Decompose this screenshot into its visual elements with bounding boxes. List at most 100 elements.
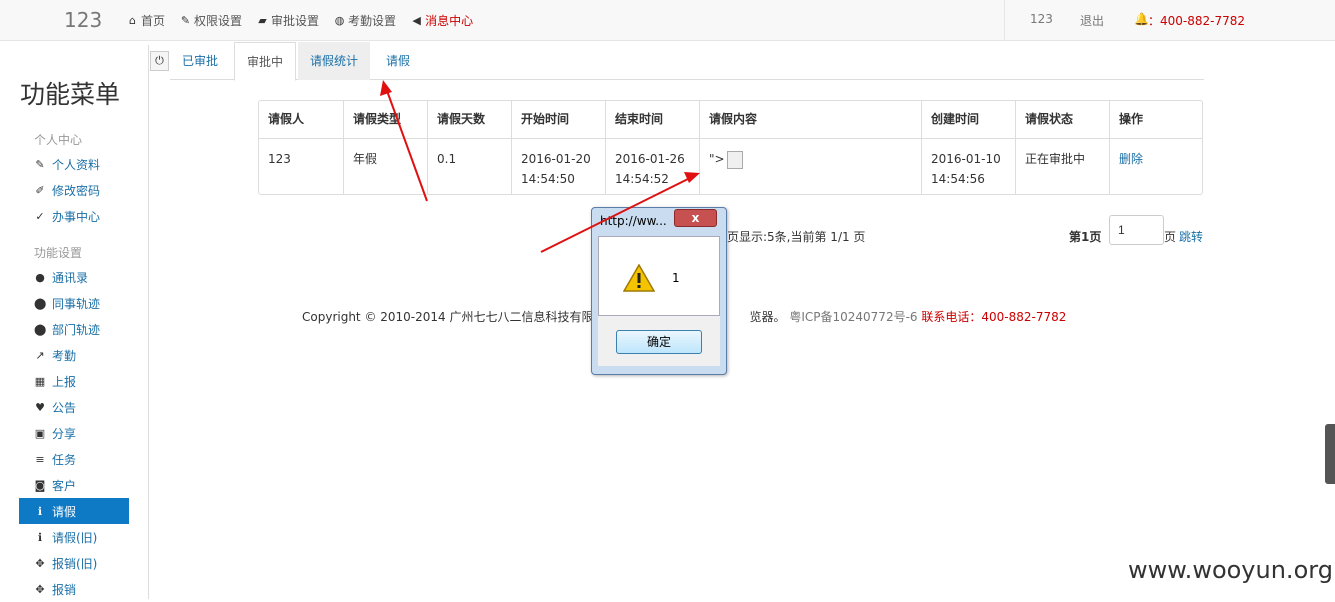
hotline-number: 400-882-7782: [1160, 14, 1246, 28]
sidebar-item-label: 分享: [52, 426, 77, 441]
sidebar-item-label: 公告: [52, 400, 77, 415]
dialog-button-bar: 确定: [598, 316, 720, 366]
sidebar-item-leave[interactable]: ℹ 请假: [19, 498, 129, 524]
edit-icon: ✎: [35, 157, 45, 171]
column-header: 开始时间: [511, 101, 605, 138]
map-marker-icon: ⬤: [34, 322, 47, 336]
top-navbar: 123 ⌂ 首页 ✎ 权限设置 ▰ 审批设置 ◍ 考勤设置 ◀ 消息中心 123 退出 🔔…: [0, 0, 1335, 41]
alert-dialog: http://ww... x 1 确定: [591, 207, 727, 375]
footer-browser-note: 览器。: [749, 310, 786, 324]
sidebar: 功能菜单 个人中心 ✎ 个人资料 ✐ 修改密码 ✓ 办事中心 功能设置 ● 通讯录 ⬤ 同…: [0, 45, 149, 599]
sidebar-item-tasks[interactable]: ≡ 任务: [19, 446, 129, 472]
calendar-icon: ▦: [34, 374, 46, 388]
dialog-message: 1: [672, 271, 680, 285]
column-header: 请假天数: [427, 101, 511, 138]
cell-start: 2016-01-20 14:54:50: [511, 139, 605, 194]
close-button[interactable]: x: [674, 209, 717, 227]
page-label: 第1页: [1069, 230, 1102, 244]
nav-permissions-label: 权限设置: [194, 14, 243, 28]
sidebar-item-profile[interactable]: ✎ 个人资料: [19, 151, 129, 177]
pencil-icon: ✐: [35, 183, 45, 197]
sidebar-item-announcements[interactable]: ♥ 公告: [19, 394, 129, 420]
sidebar-item-expense[interactable]: ✥ 报销: [19, 576, 129, 602]
warning-icon: [623, 264, 655, 292]
cell-content: ">: [699, 139, 921, 194]
sidebar-item-label: 报销: [52, 582, 77, 597]
sidebar-item-leave-old[interactable]: ℹ 请假(旧): [19, 524, 129, 550]
leave-table: 请假人 请假类型 请假天数 开始时间 结束时间 请假内容 创建时间 请假状态 操…: [258, 100, 1203, 195]
sidebar-item-department-tracks[interactable]: ⬤ 部门轨迹: [19, 316, 129, 342]
sidebar-item-label: 上报: [52, 374, 77, 389]
page-unit: 页: [1164, 230, 1177, 244]
column-header: 操作: [1109, 101, 1202, 138]
sidebar-item-label: 同事轨迹: [52, 296, 101, 311]
sidebar-item-label: 通讯录: [52, 270, 89, 285]
sidebar-item-expense-old[interactable]: ✥ 报销(旧): [19, 550, 129, 576]
page-number-input[interactable]: [1109, 215, 1164, 245]
info-icon: ℹ: [37, 504, 43, 518]
globe-icon: ◍: [334, 14, 345, 27]
home-icon: ⌂: [129, 14, 136, 27]
nav-message-center[interactable]: ◀ 消息中心: [410, 12, 473, 29]
end-time: 14:54:52: [615, 172, 669, 186]
sidebar-item-attendance[interactable]: ↗ 考勤: [19, 342, 129, 368]
user-link[interactable]: 123: [1030, 12, 1053, 26]
sidebar-item-colleague-tracks[interactable]: ⬤ 同事轨迹: [19, 290, 129, 316]
content-text: ">: [709, 152, 725, 166]
move-icon: ✥: [35, 582, 45, 596]
bullhorn-icon: ◀: [412, 14, 421, 27]
sidebar-toggle-button[interactable]: ⏻: [150, 51, 169, 71]
sidebar-item-label: 任务: [52, 452, 77, 467]
created-date: 2016-01-10: [931, 152, 1001, 166]
sidebar-item-label: 部门轨迹: [52, 322, 101, 337]
side-widget[interactable]: [1325, 424, 1335, 484]
delete-link[interactable]: 删除: [1119, 152, 1143, 166]
watermark: www.wooyun.org: [1128, 556, 1333, 584]
column-header: 请假人: [268, 112, 305, 126]
nav-approval-settings[interactable]: ▰ 审批设置: [256, 12, 319, 29]
logout-link[interactable]: 退出: [1080, 12, 1104, 29]
main-nav: ⌂ 首页 ✎ 权限设置 ▰ 审批设置 ◍ 考勤设置 ◀ 消息中心: [126, 12, 487, 29]
brand[interactable]: 123: [64, 8, 102, 32]
start-date: 2016-01-20: [521, 152, 591, 166]
column-header: 请假内容: [699, 101, 921, 138]
map-marker-icon: ⬤: [34, 296, 47, 310]
end-date: 2016-01-26: [615, 152, 685, 166]
sidebar-group-personal: 个人中心: [34, 133, 83, 147]
cell-created: 2016-01-10 14:54:56: [921, 139, 1015, 194]
sidebar-item-share[interactable]: ▣ 分享: [19, 420, 129, 446]
nav-attendance-settings[interactable]: ◍ 考勤设置: [333, 12, 396, 29]
sidebar-group-functions: 功能设置: [34, 246, 83, 260]
info-icon: ℹ: [37, 530, 43, 544]
nav-approval-settings-label: 审批设置: [271, 14, 320, 28]
list-icon: ≡: [35, 452, 45, 466]
folder-open-icon: ▰: [258, 14, 267, 27]
sidebar-item-service-center[interactable]: ✓ 办事中心: [19, 203, 129, 229]
nav-permissions[interactable]: ✎ 权限设置: [179, 12, 242, 29]
tab-pending-approval[interactable]: 审批中: [234, 42, 297, 81]
sidebar-item-change-password[interactable]: ✐ 修改密码: [19, 177, 129, 203]
cell-status: 正在审批中: [1015, 139, 1109, 194]
broken-image-icon: [726, 150, 743, 169]
tab-leave[interactable]: 请假: [374, 42, 422, 80]
tab-bar: 已审批 审批中 请假统计 请假: [170, 42, 1204, 81]
bell-icon: 🔔: [1134, 12, 1149, 26]
navbar-divider: [1004, 0, 1005, 40]
footer-copyright: Copyright © 2010-2014 广州七七八二信息科技有限公司: [302, 310, 618, 324]
sidebar-item-label: 请假: [52, 504, 77, 519]
nav-home-label: 首页: [141, 14, 166, 28]
jump-link[interactable]: 跳转: [1179, 228, 1203, 245]
ok-button[interactable]: 确定: [616, 330, 702, 354]
cell-end: 2016-01-26 14:54:52: [605, 139, 699, 194]
sidebar-item-customers[interactable]: ◙ 客户: [19, 472, 129, 498]
camera-icon: ◙: [34, 478, 46, 492]
tab-approved[interactable]: 已审批: [170, 42, 230, 80]
pagination-info: 页显示:5条,当前第 1/1 页: [727, 230, 866, 244]
sidebar-item-report[interactable]: ▦ 上报: [19, 368, 129, 394]
check-circle-icon: ✓: [35, 209, 45, 223]
tab-leave-stats[interactable]: 请假统计: [298, 42, 371, 80]
sidebar-item-contacts[interactable]: ● 通讯录: [19, 264, 129, 290]
signal-icon: ↗: [35, 348, 45, 362]
gift-icon: ▣: [34, 426, 46, 440]
nav-home[interactable]: ⌂ 首页: [126, 12, 165, 29]
